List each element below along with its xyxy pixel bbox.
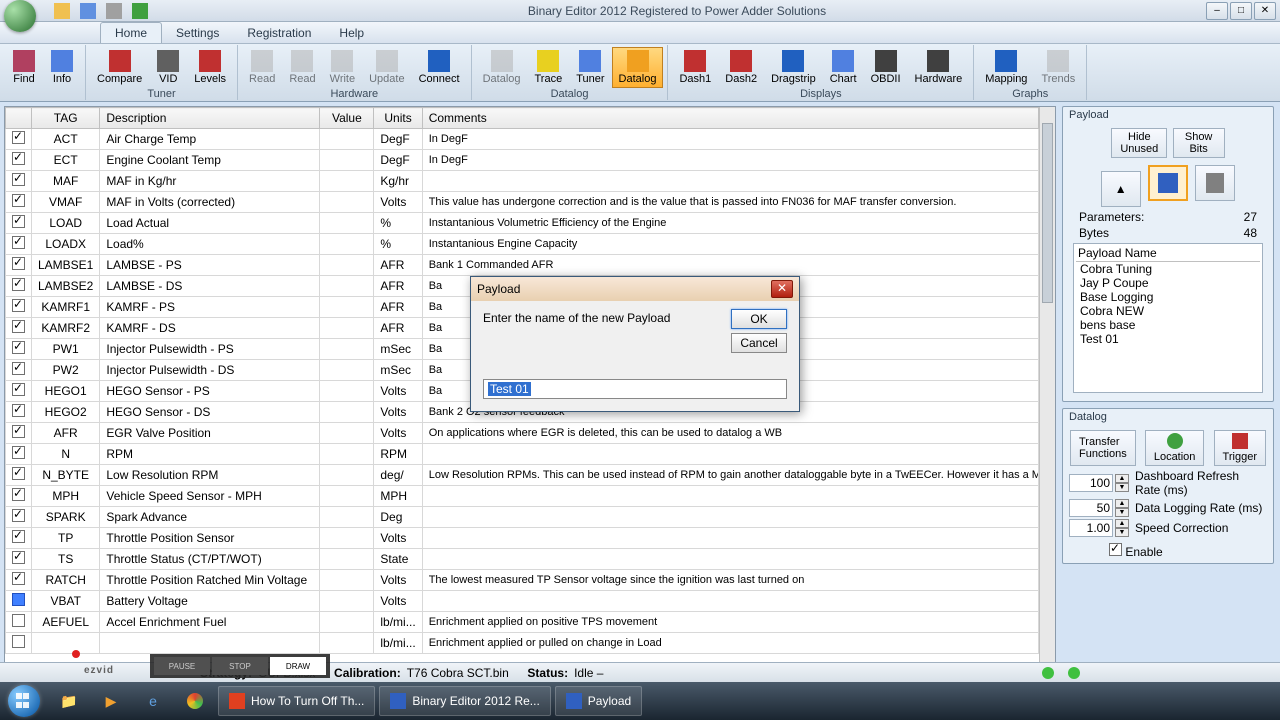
- dialog-title: Payload: [477, 282, 520, 296]
- dialog-close-button[interactable]: ✕: [771, 280, 793, 298]
- cancel-button[interactable]: Cancel: [731, 333, 787, 353]
- payload-dialog: Payload ✕ Enter the name of the new Payl…: [470, 276, 800, 412]
- payload-name-input[interactable]: Test 01: [483, 379, 787, 399]
- modal-overlay: Payload ✕ Enter the name of the new Payl…: [0, 0, 1280, 720]
- ok-button[interactable]: OK: [731, 309, 787, 329]
